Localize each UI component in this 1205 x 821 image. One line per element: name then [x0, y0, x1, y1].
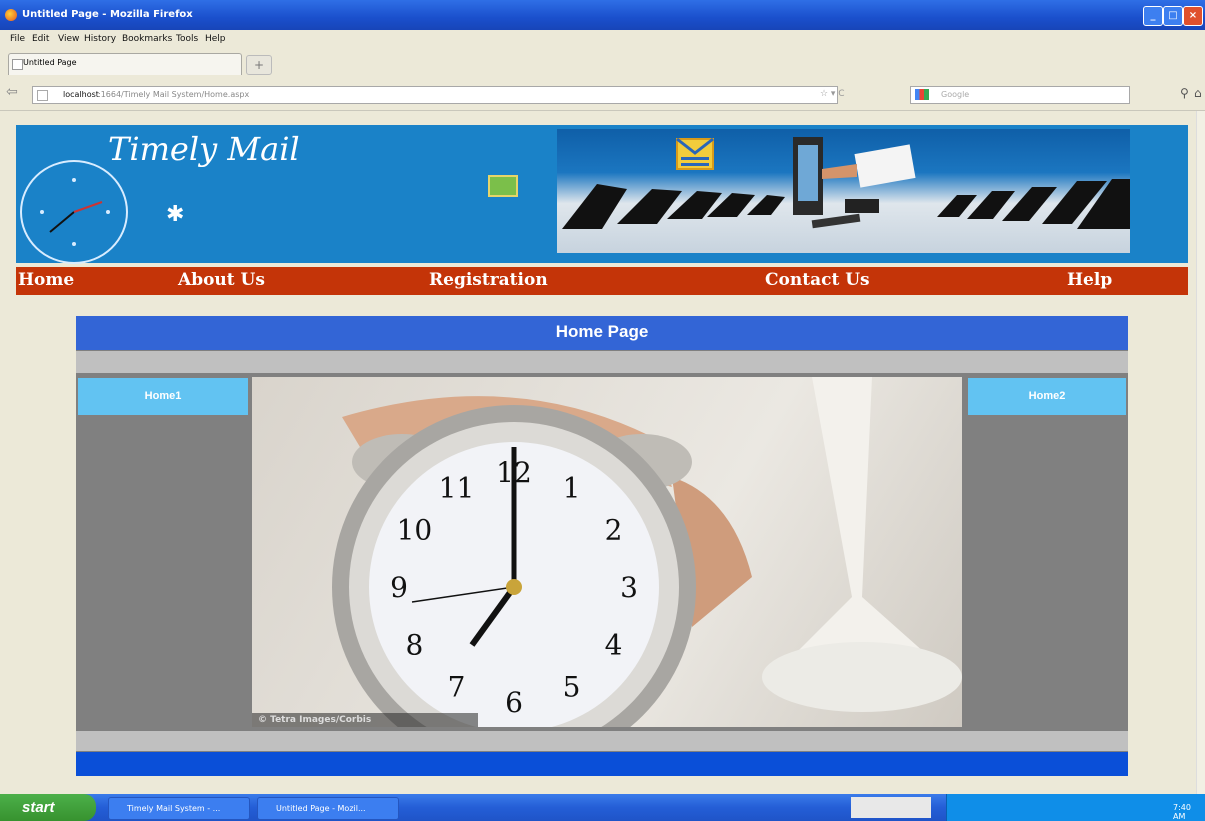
- url-host: localhost: [63, 90, 99, 99]
- clock-numeral: 12: [496, 456, 532, 489]
- search-placeholder: Google: [941, 90, 970, 99]
- bookmark-star-reload-icon[interactable]: ☆ ▾ C: [820, 89, 845, 99]
- language-bar[interactable]: [851, 797, 931, 818]
- menu-file[interactable]: File: [10, 34, 25, 44]
- clock-numeral: 8: [405, 629, 423, 662]
- maximize-button[interactable]: □: [1163, 6, 1183, 26]
- sparkle-icon: ✱: [166, 202, 185, 227]
- system-tray: [946, 794, 1205, 821]
- page-icon: [37, 90, 48, 101]
- tab-label: Untitled Page: [23, 58, 77, 67]
- content-footer: [76, 752, 1128, 776]
- search-input[interactable]: Google: [910, 86, 1130, 104]
- clock-numeral: 5: [563, 671, 581, 704]
- clock-numeral: 1: [563, 471, 581, 504]
- mail-icon: [488, 175, 518, 197]
- menu-bookmarks[interactable]: Bookmarks: [122, 34, 172, 44]
- photo-credit: © Tetra Images/Corbis: [252, 713, 478, 727]
- clock-numeral: 7: [448, 671, 466, 704]
- page-icon: [12, 59, 23, 70]
- clock-numeral: 3: [620, 571, 638, 604]
- menu-history[interactable]: History: [84, 34, 116, 44]
- close-button[interactable]: ×: [1183, 6, 1203, 26]
- url-path: :1664/Timely Mail System/Home.aspx: [98, 90, 250, 99]
- divider-bar: [76, 351, 1128, 373]
- back-arrow-icon[interactable]: ⇦: [6, 84, 18, 100]
- start-button[interactable]: start: [0, 794, 96, 821]
- menu-tools[interactable]: Tools: [176, 34, 198, 44]
- nav-help[interactable]: Help: [1067, 270, 1112, 290]
- nav-about-us[interactable]: About Us: [178, 270, 265, 290]
- page-title: Home Page: [555, 322, 649, 341]
- taskbar-clock: 7:40 AM: [1173, 803, 1191, 821]
- vertical-scrollbar[interactable]: [1196, 111, 1205, 794]
- banner-conference-image: [557, 129, 1130, 253]
- taskbar-item-timely-mail[interactable]: Timely Mail System - ...: [108, 797, 250, 820]
- clock-hands: [40, 178, 110, 246]
- alarm-clock-photo: 11 12 1 10 2 9 3 8 4 7 6 5 © Tetra Images/Corbis: [252, 377, 962, 727]
- tab-untitled-page[interactable]: Untitled Page: [8, 53, 242, 75]
- clock-numeral: 6: [505, 686, 523, 719]
- home2-panel-header: Home2: [968, 378, 1126, 415]
- address-bar[interactable]: localhost :1664/Timely Mail System/Home.…: [32, 86, 838, 104]
- taskbar-item-firefox[interactable]: Untitled Page - Mozil...: [257, 797, 399, 820]
- nav-home[interactable]: Home: [18, 270, 74, 290]
- google-icon: [915, 89, 929, 100]
- site-title: Timely Mail: [108, 130, 300, 168]
- divider-bar-bottom: [76, 731, 1128, 751]
- minimize-button[interactable]: _: [1143, 6, 1163, 26]
- search-icon[interactable]: ⚲: [1180, 86, 1189, 100]
- menu-view[interactable]: View: [58, 34, 79, 44]
- menu-edit[interactable]: Edit: [32, 34, 49, 44]
- new-tab-button[interactable]: +: [246, 55, 272, 75]
- clock-numeral: 4: [605, 629, 623, 662]
- nav-contact-us[interactable]: Contact Us: [765, 270, 870, 290]
- firefox-icon: [5, 9, 17, 21]
- clock-numeral: 10: [397, 514, 433, 547]
- banner-illustration: [562, 137, 1130, 229]
- nav-registration[interactable]: Registration: [429, 270, 548, 290]
- clock-numeral: 2: [605, 514, 623, 547]
- clock-numeral: 11: [439, 471, 475, 504]
- clock-numeral: 9: [390, 571, 408, 604]
- window-title: Untitled Page - Mozilla Firefox: [22, 9, 193, 20]
- home1-panel-header: Home1: [78, 378, 248, 415]
- clock-icon: [20, 160, 128, 264]
- menu-help[interactable]: Help: [205, 34, 226, 44]
- home-icon[interactable]: ⌂: [1194, 86, 1202, 100]
- alarm-clock-illustration: 11 12 1 10 2 9 3 8 4 7 6 5: [332, 377, 962, 727]
